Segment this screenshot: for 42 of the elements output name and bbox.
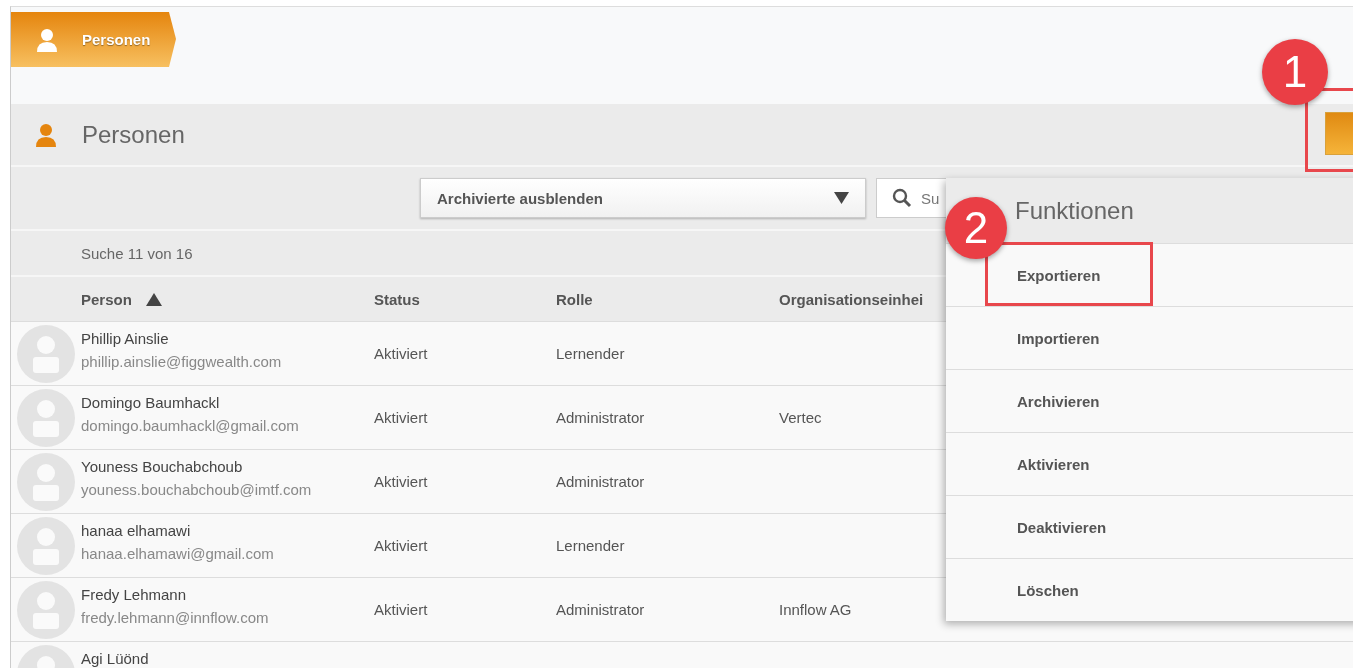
- person-email: fredy.lehmann@innflow.com: [81, 609, 270, 626]
- person-icon: [36, 27, 58, 52]
- role-cell: Administrator: [556, 408, 645, 426]
- person-icon: [35, 122, 57, 147]
- person-name[interactable]: Agi Lüönd: [81, 650, 374, 667]
- organisation-cell: Vertec: [779, 408, 822, 426]
- person-name[interactable]: Fredy Lehmann: [81, 586, 374, 603]
- status-cell: Aktiviert: [374, 536, 428, 554]
- filter-dropdown[interactable]: Archivierte ausblenden: [420, 178, 866, 218]
- role-cell: Administrator: [556, 600, 645, 618]
- status-cell: Aktiviert: [374, 600, 428, 618]
- person-name[interactable]: Domingo Baumhackl: [81, 394, 374, 411]
- person-name[interactable]: Youness Bouchabchoub: [81, 458, 374, 475]
- dropdown-caret-icon: [834, 192, 849, 204]
- person-email: youness.bouchabchoub@imtf.com: [81, 481, 313, 498]
- menu-item[interactable]: Löschen: [1017, 581, 1079, 599]
- person-email: phillip.ainslie@figgwealth.com: [81, 353, 283, 370]
- menu-item[interactable]: Importieren: [1017, 329, 1100, 347]
- person-email: domingo.baumhackl@gmail.com: [81, 417, 300, 434]
- role-cell: Lernender: [556, 344, 625, 362]
- search-icon: [892, 188, 912, 208]
- column-header[interactable]: Status: [374, 290, 420, 308]
- menu-item[interactable]: Archivieren: [1017, 392, 1100, 410]
- role-cell: Lernender: [556, 536, 625, 554]
- organisation-cell: Innflow AG: [779, 600, 852, 618]
- menu-title: Funktionen: [1015, 196, 1134, 225]
- person-name[interactable]: hanaa elhamawi: [81, 522, 374, 539]
- result-count: Suche 11 von 16: [81, 244, 193, 262]
- menu-item[interactable]: Aktivieren: [1017, 455, 1090, 473]
- role-cell: Administrator: [556, 472, 645, 490]
- status-cell: Aktiviert: [374, 408, 428, 426]
- menu-item[interactable]: Deaktivieren: [1017, 518, 1107, 536]
- functions-button[interactable]: [1325, 112, 1353, 155]
- status-cell: Aktiviert: [374, 344, 428, 362]
- panel-title: Personen: [82, 120, 185, 149]
- column-header[interactable]: Rolle: [556, 290, 593, 308]
- column-header[interactable]: Organisationseinhei: [779, 290, 924, 308]
- status-cell: Aktiviert: [374, 472, 428, 490]
- person-name[interactable]: Phillip Ainslie: [81, 330, 374, 347]
- person-email: hanaa.elhamawi@gmail.com: [81, 545, 275, 562]
- menu-item[interactable]: Exportieren: [1017, 266, 1101, 284]
- column-header[interactable]: Person: [81, 290, 132, 308]
